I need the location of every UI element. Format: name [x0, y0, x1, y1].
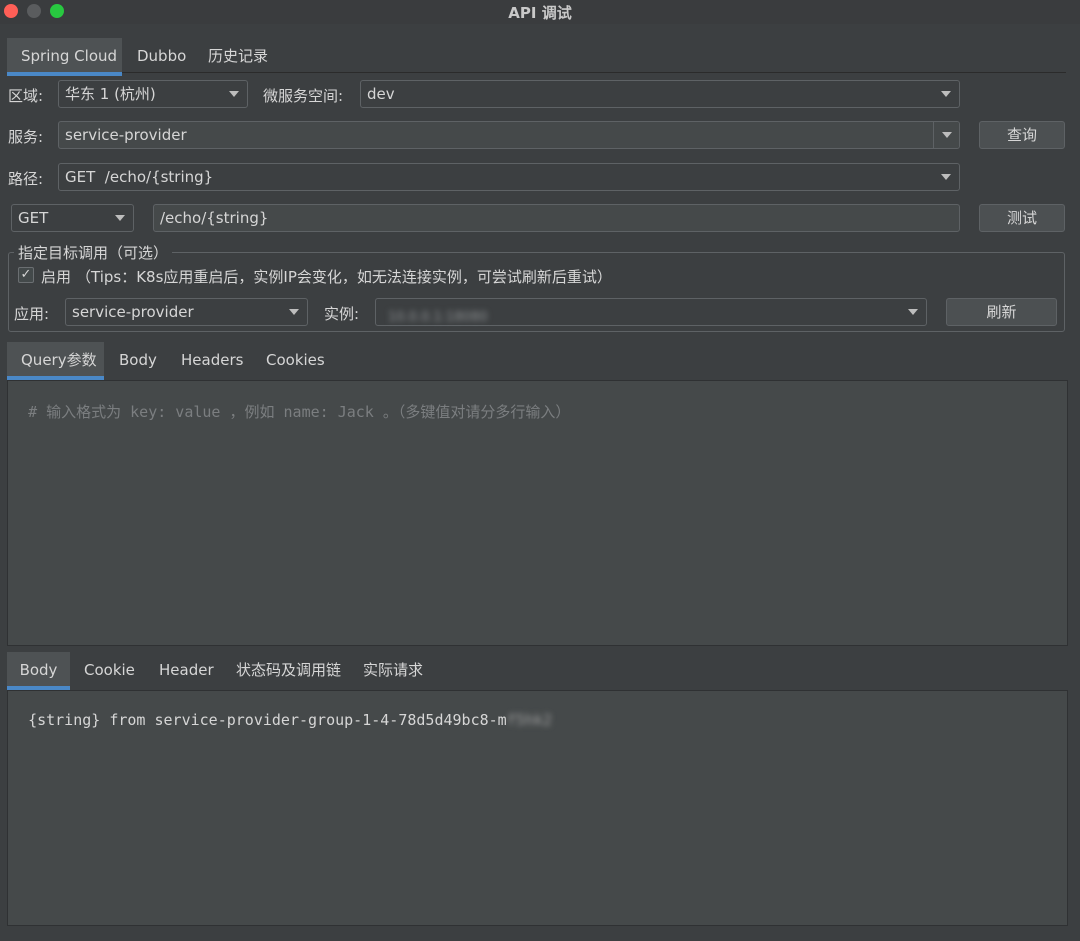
- tab-status-trace[interactable]: 状态码及调用链: [222, 652, 355, 690]
- chevron-down-icon: [289, 309, 299, 315]
- tab-divider: [122, 72, 1066, 73]
- tab-response-body[interactable]: Body: [7, 652, 70, 690]
- enable-checkbox[interactable]: ✓: [18, 267, 34, 283]
- namespace-label: 微服务空间:: [263, 87, 344, 105]
- namespace-select[interactable]: dev: [360, 80, 960, 108]
- url-input[interactable]: /echo/{string}: [153, 204, 960, 232]
- method-select[interactable]: GET: [11, 204, 134, 232]
- tab-body[interactable]: Body: [105, 342, 171, 380]
- path-select[interactable]: GET /echo/{string}: [58, 163, 960, 191]
- region-value: 华东 1 (杭州): [65, 85, 156, 103]
- window-title: API 调试: [508, 4, 572, 22]
- refresh-button[interactable]: 刷新: [946, 298, 1057, 326]
- chevron-down-icon: [229, 91, 239, 97]
- app-value: service-provider: [72, 303, 194, 321]
- service-label: 服务:: [8, 128, 44, 146]
- tab-response-header[interactable]: Header: [145, 652, 228, 690]
- tab-spring-cloud[interactable]: Spring Cloud: [7, 38, 122, 76]
- request-tabs: Query参数 Body Headers Cookies: [0, 342, 1080, 380]
- tab-dubbo[interactable]: Dubbo: [123, 38, 200, 76]
- chevron-down-icon: [941, 91, 951, 97]
- region-select[interactable]: 华东 1 (杭州): [58, 80, 248, 108]
- tab-actual-request[interactable]: 实际请求: [349, 652, 437, 690]
- app-label: 应用:: [14, 305, 50, 323]
- query-params-placeholder: # 输入格式为 key: value ，例如 name: Jack 。（多键值对…: [28, 403, 571, 421]
- test-button[interactable]: 测试: [979, 204, 1065, 232]
- chevron-down-icon: [941, 174, 951, 180]
- query-params-editor[interactable]: # 输入格式为 key: value ，例如 name: Jack 。（多键值对…: [7, 380, 1068, 646]
- tab-response-cookie[interactable]: Cookie: [70, 652, 149, 690]
- top-tabs: Spring Cloud Dubbo 历史记录: [0, 38, 1080, 76]
- query-button[interactable]: 查询: [979, 121, 1065, 149]
- service-dropdown-button[interactable]: [933, 122, 959, 148]
- tips-text: （Tips：K8s应用重启后，实例IP会变化，如无法连接实例，可尝试刷新后重试）: [76, 268, 612, 286]
- enable-label: 启用: [41, 268, 72, 286]
- response-body-text: {string} from service-provider-group-1-4…: [28, 711, 507, 729]
- chevron-down-icon: [115, 215, 125, 221]
- response-body-blurred: f5hk2: [506, 711, 552, 729]
- title-bar: API 调试: [0, 0, 1080, 24]
- tab-query-params[interactable]: Query参数: [7, 342, 104, 380]
- instance-select[interactable]: 10.0.0.1:18080: [375, 298, 927, 326]
- chevron-down-icon: [908, 309, 918, 315]
- app-select[interactable]: service-provider: [65, 298, 308, 326]
- chevron-down-icon: [942, 132, 952, 138]
- tab-cookies[interactable]: Cookies: [252, 342, 339, 380]
- region-label: 区域:: [8, 87, 44, 105]
- response-tabs: Body Cookie Header 状态码及调用链 实际请求: [0, 652, 1080, 690]
- instance-value: 10.0.0.1:18080: [388, 310, 488, 325]
- path-value: GET /echo/{string}: [65, 168, 214, 186]
- instance-label: 实例:: [324, 305, 360, 323]
- service-combo[interactable]: service-provider: [58, 121, 960, 149]
- tab-history[interactable]: 历史记录: [194, 38, 282, 76]
- namespace-value: dev: [367, 85, 395, 103]
- service-value: service-provider: [65, 126, 187, 144]
- target-group-title: 指定目标调用（可选）: [14, 242, 173, 263]
- path-label: 路径:: [8, 170, 44, 188]
- method-value: GET: [18, 209, 49, 227]
- tab-headers[interactable]: Headers: [167, 342, 257, 380]
- response-body-viewer[interactable]: {string} from service-provider-group-1-4…: [7, 690, 1068, 926]
